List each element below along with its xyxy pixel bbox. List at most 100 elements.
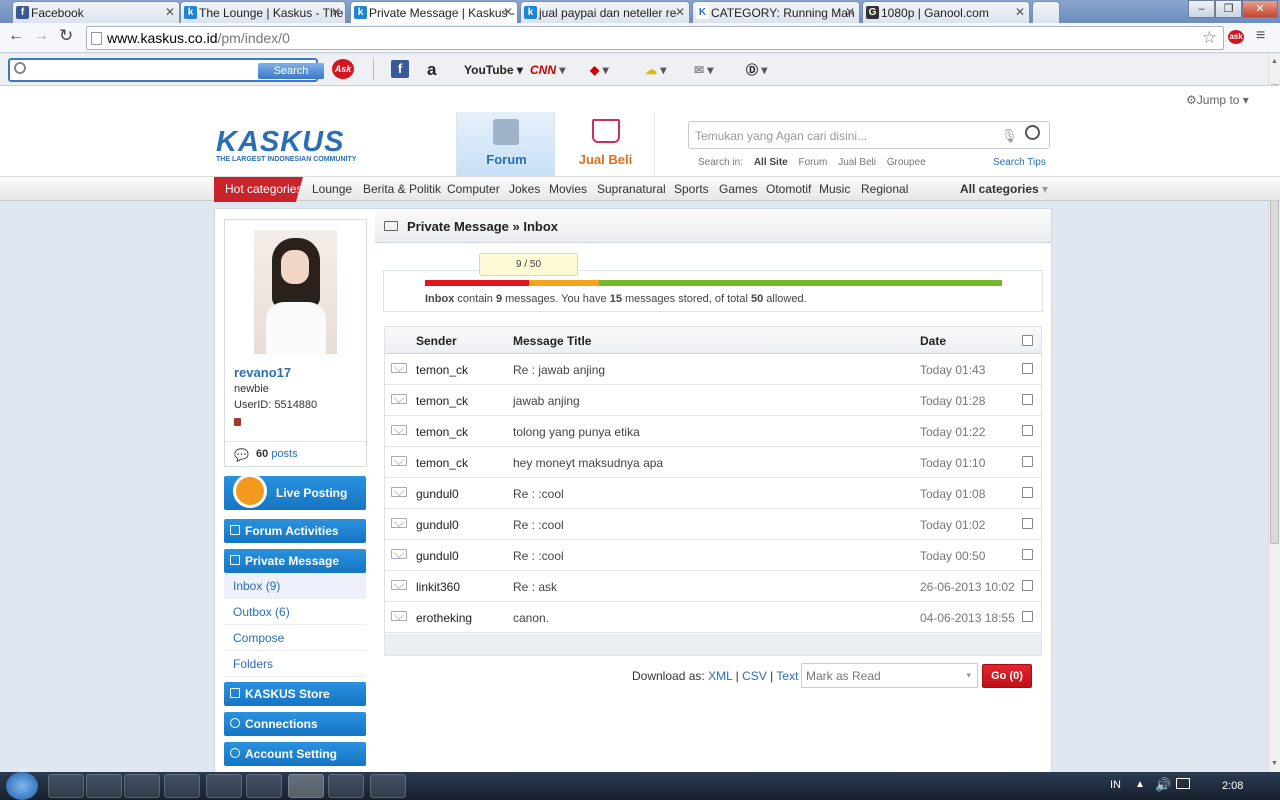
dictionary-icon[interactable]: Ⓓ ▾ xyxy=(746,60,767,80)
close-window-icon[interactable]: ✕ xyxy=(1242,0,1278,18)
table-row[interactable]: temon_ck tolong yang punya etika Today 01:… xyxy=(385,416,1041,447)
table-row[interactable]: gundul0 Re : :cool Today 01:08 xyxy=(385,478,1041,509)
category-lounge[interactable]: Lounge xyxy=(312,182,352,196)
category-supranatural[interactable]: Supranatural xyxy=(597,182,666,196)
row-checkbox[interactable] xyxy=(1022,611,1033,622)
close-tab-icon[interactable]: ✕ xyxy=(1015,5,1025,19)
close-tab-icon[interactable]: ✕ xyxy=(331,5,341,19)
category-movies[interactable]: Movies xyxy=(549,182,587,196)
category-jokes[interactable]: Jokes xyxy=(509,182,540,196)
column-title[interactable]: Message Title xyxy=(513,334,591,348)
column-sender[interactable]: Sender xyxy=(416,334,457,348)
category-sports[interactable]: Sports xyxy=(674,182,709,196)
forward-icon[interactable]: → xyxy=(33,27,49,45)
new-tab-button[interactable] xyxy=(1032,1,1060,23)
table-row[interactable]: temon_ck jawab anjing Today 01:28 xyxy=(385,385,1041,416)
mail-icon[interactable]: ✉ ▾ xyxy=(694,60,713,80)
category-regional[interactable]: Regional xyxy=(861,182,908,196)
row-sender[interactable]: temon_ck xyxy=(416,363,468,377)
microphone-icon[interactable]: 🎙 xyxy=(1001,128,1018,144)
cnn-icon[interactable]: CNN ▾ xyxy=(530,60,565,80)
go-button[interactable]: Go (0) xyxy=(982,664,1032,688)
taskbar-photoshop-icon[interactable] xyxy=(246,774,282,798)
select-all-checkbox[interactable] xyxy=(1022,335,1033,346)
taskbar-app-icon[interactable] xyxy=(48,774,84,798)
ask-extension-icon[interactable]: ask xyxy=(1228,30,1244,44)
table-row[interactable]: gundul0 Re : :cool Today 00:50 xyxy=(385,540,1041,571)
close-tab-icon[interactable]: ✕ xyxy=(503,5,513,19)
forum-activities-button[interactable]: Forum Activities xyxy=(224,519,366,543)
taskbar-media-icon[interactable] xyxy=(164,774,200,798)
network-icon[interactable] xyxy=(1176,778,1190,789)
close-tab-icon[interactable]: ✕ xyxy=(845,5,855,19)
sidebar-item-inbox[interactable]: Inbox (9) xyxy=(224,573,366,599)
row-title[interactable]: Re : :cool xyxy=(513,487,564,501)
category-music[interactable]: Music xyxy=(819,182,850,196)
row-title[interactable]: Re : :cool xyxy=(513,549,564,563)
browser-tab-running-man[interactable]: K CATEGORY: Running Man ✕ xyxy=(692,1,860,23)
bookmark-star-icon[interactable]: ☆ xyxy=(1202,28,1217,48)
taskbar-app-icon[interactable] xyxy=(370,774,406,798)
row-checkbox[interactable] xyxy=(1022,580,1033,591)
forum-tab[interactable]: Forum xyxy=(456,112,555,176)
row-checkbox[interactable] xyxy=(1022,518,1033,529)
scope-groupee[interactable]: Groupee xyxy=(887,157,926,168)
ask-search-button[interactable]: Search xyxy=(258,63,324,79)
table-row[interactable]: erotheking canon. 04-06-2013 18:55 xyxy=(385,602,1041,633)
taskbar-youtube-icon[interactable] xyxy=(86,774,122,798)
browser-tab-private-message[interactable]: k Private Message | Kaskus - ✕ xyxy=(350,1,518,24)
connections-button[interactable]: Connections xyxy=(224,712,366,736)
table-row[interactable]: linkit360 Re : ask 26-06-2013 10:02 xyxy=(385,571,1041,602)
start-button[interactable] xyxy=(6,772,38,800)
maximize-icon[interactable]: ❐ xyxy=(1215,0,1242,18)
scroll-down-icon[interactable]: ▼ xyxy=(1271,760,1278,767)
category-otomotif[interactable]: Otomotif xyxy=(766,182,811,196)
scope-all-site[interactable]: All Site xyxy=(754,157,788,168)
search-tips-link[interactable]: Search Tips xyxy=(993,157,1046,168)
scope-forum[interactable]: Forum xyxy=(799,157,828,168)
account-setting-button[interactable]: Account Setting xyxy=(224,742,366,766)
kaskus-logo[interactable]: KASKUS THE LARGEST INDONESIAN COMMUNITY xyxy=(216,128,376,168)
taskbar-explorer-icon[interactable] xyxy=(124,774,160,798)
row-checkbox[interactable] xyxy=(1022,487,1033,498)
category-games[interactable]: Games xyxy=(719,182,758,196)
browser-tab-ganool[interactable]: G 1080p | Ganool.com ✕ xyxy=(862,1,1030,23)
amazon-icon[interactable]: a xyxy=(427,60,436,80)
row-title[interactable]: hey moneyt maksudnya apa xyxy=(513,456,663,470)
taskbar-chrome-icon[interactable] xyxy=(288,774,324,798)
table-row[interactable]: temon_ck hey moneyt maksudnya apa Today 01… xyxy=(385,447,1041,478)
scope-jual-beli[interactable]: Jual Beli xyxy=(838,157,876,168)
hot-categories-button[interactable]: Hot categories xyxy=(214,177,303,202)
taskbar-app-icon[interactable] xyxy=(328,774,364,798)
row-sender[interactable]: erotheking xyxy=(416,611,472,625)
row-checkbox[interactable] xyxy=(1022,425,1033,436)
search-icon[interactable] xyxy=(1025,125,1040,140)
games-dice-icon[interactable]: ◆ ▾ xyxy=(590,60,609,80)
clock[interactable]: 2:08 xyxy=(1222,780,1243,792)
row-title[interactable]: canon. xyxy=(513,611,549,625)
row-checkbox[interactable] xyxy=(1022,394,1033,405)
avatar[interactable] xyxy=(254,230,337,354)
row-sender[interactable]: temon_ck xyxy=(416,425,468,439)
tray-arrow-icon[interactable]: ▲ xyxy=(1135,779,1145,790)
site-search-input[interactable]: Temukan yang Agan cari disini... 🎙 xyxy=(688,121,1050,149)
facebook-icon[interactable]: f xyxy=(391,60,409,78)
taskbar-firefox-icon[interactable] xyxy=(206,774,242,798)
download-csv-link[interactable]: CSV xyxy=(742,669,767,683)
close-tab-icon[interactable]: ✕ xyxy=(675,5,685,19)
minimize-icon[interactable]: – xyxy=(1188,0,1215,18)
live-posting-button[interactable]: Live Posting xyxy=(224,474,366,510)
category-computer[interactable]: Computer xyxy=(447,182,500,196)
sidebar-item-folders[interactable]: Folders xyxy=(224,651,366,677)
action-select[interactable]: Mark as Read ▾ xyxy=(801,663,978,688)
row-sender[interactable]: gundul0 xyxy=(416,487,459,501)
scroll-up-icon[interactable]: ▲ xyxy=(1271,58,1278,65)
row-checkbox[interactable] xyxy=(1022,549,1033,560)
row-checkbox[interactable] xyxy=(1022,456,1033,467)
close-tab-icon[interactable]: ✕ xyxy=(165,5,175,19)
table-row[interactable]: gundul0 Re : :cool Today 01:02 xyxy=(385,509,1041,540)
back-icon[interactable]: ← xyxy=(8,27,24,45)
category-berita-politik[interactable]: Berita & Politik xyxy=(363,182,441,196)
address-bar[interactable]: www.kaskus.co.id/pm/index/0 ☆ xyxy=(86,26,1224,50)
row-sender[interactable]: temon_ck xyxy=(416,394,468,408)
